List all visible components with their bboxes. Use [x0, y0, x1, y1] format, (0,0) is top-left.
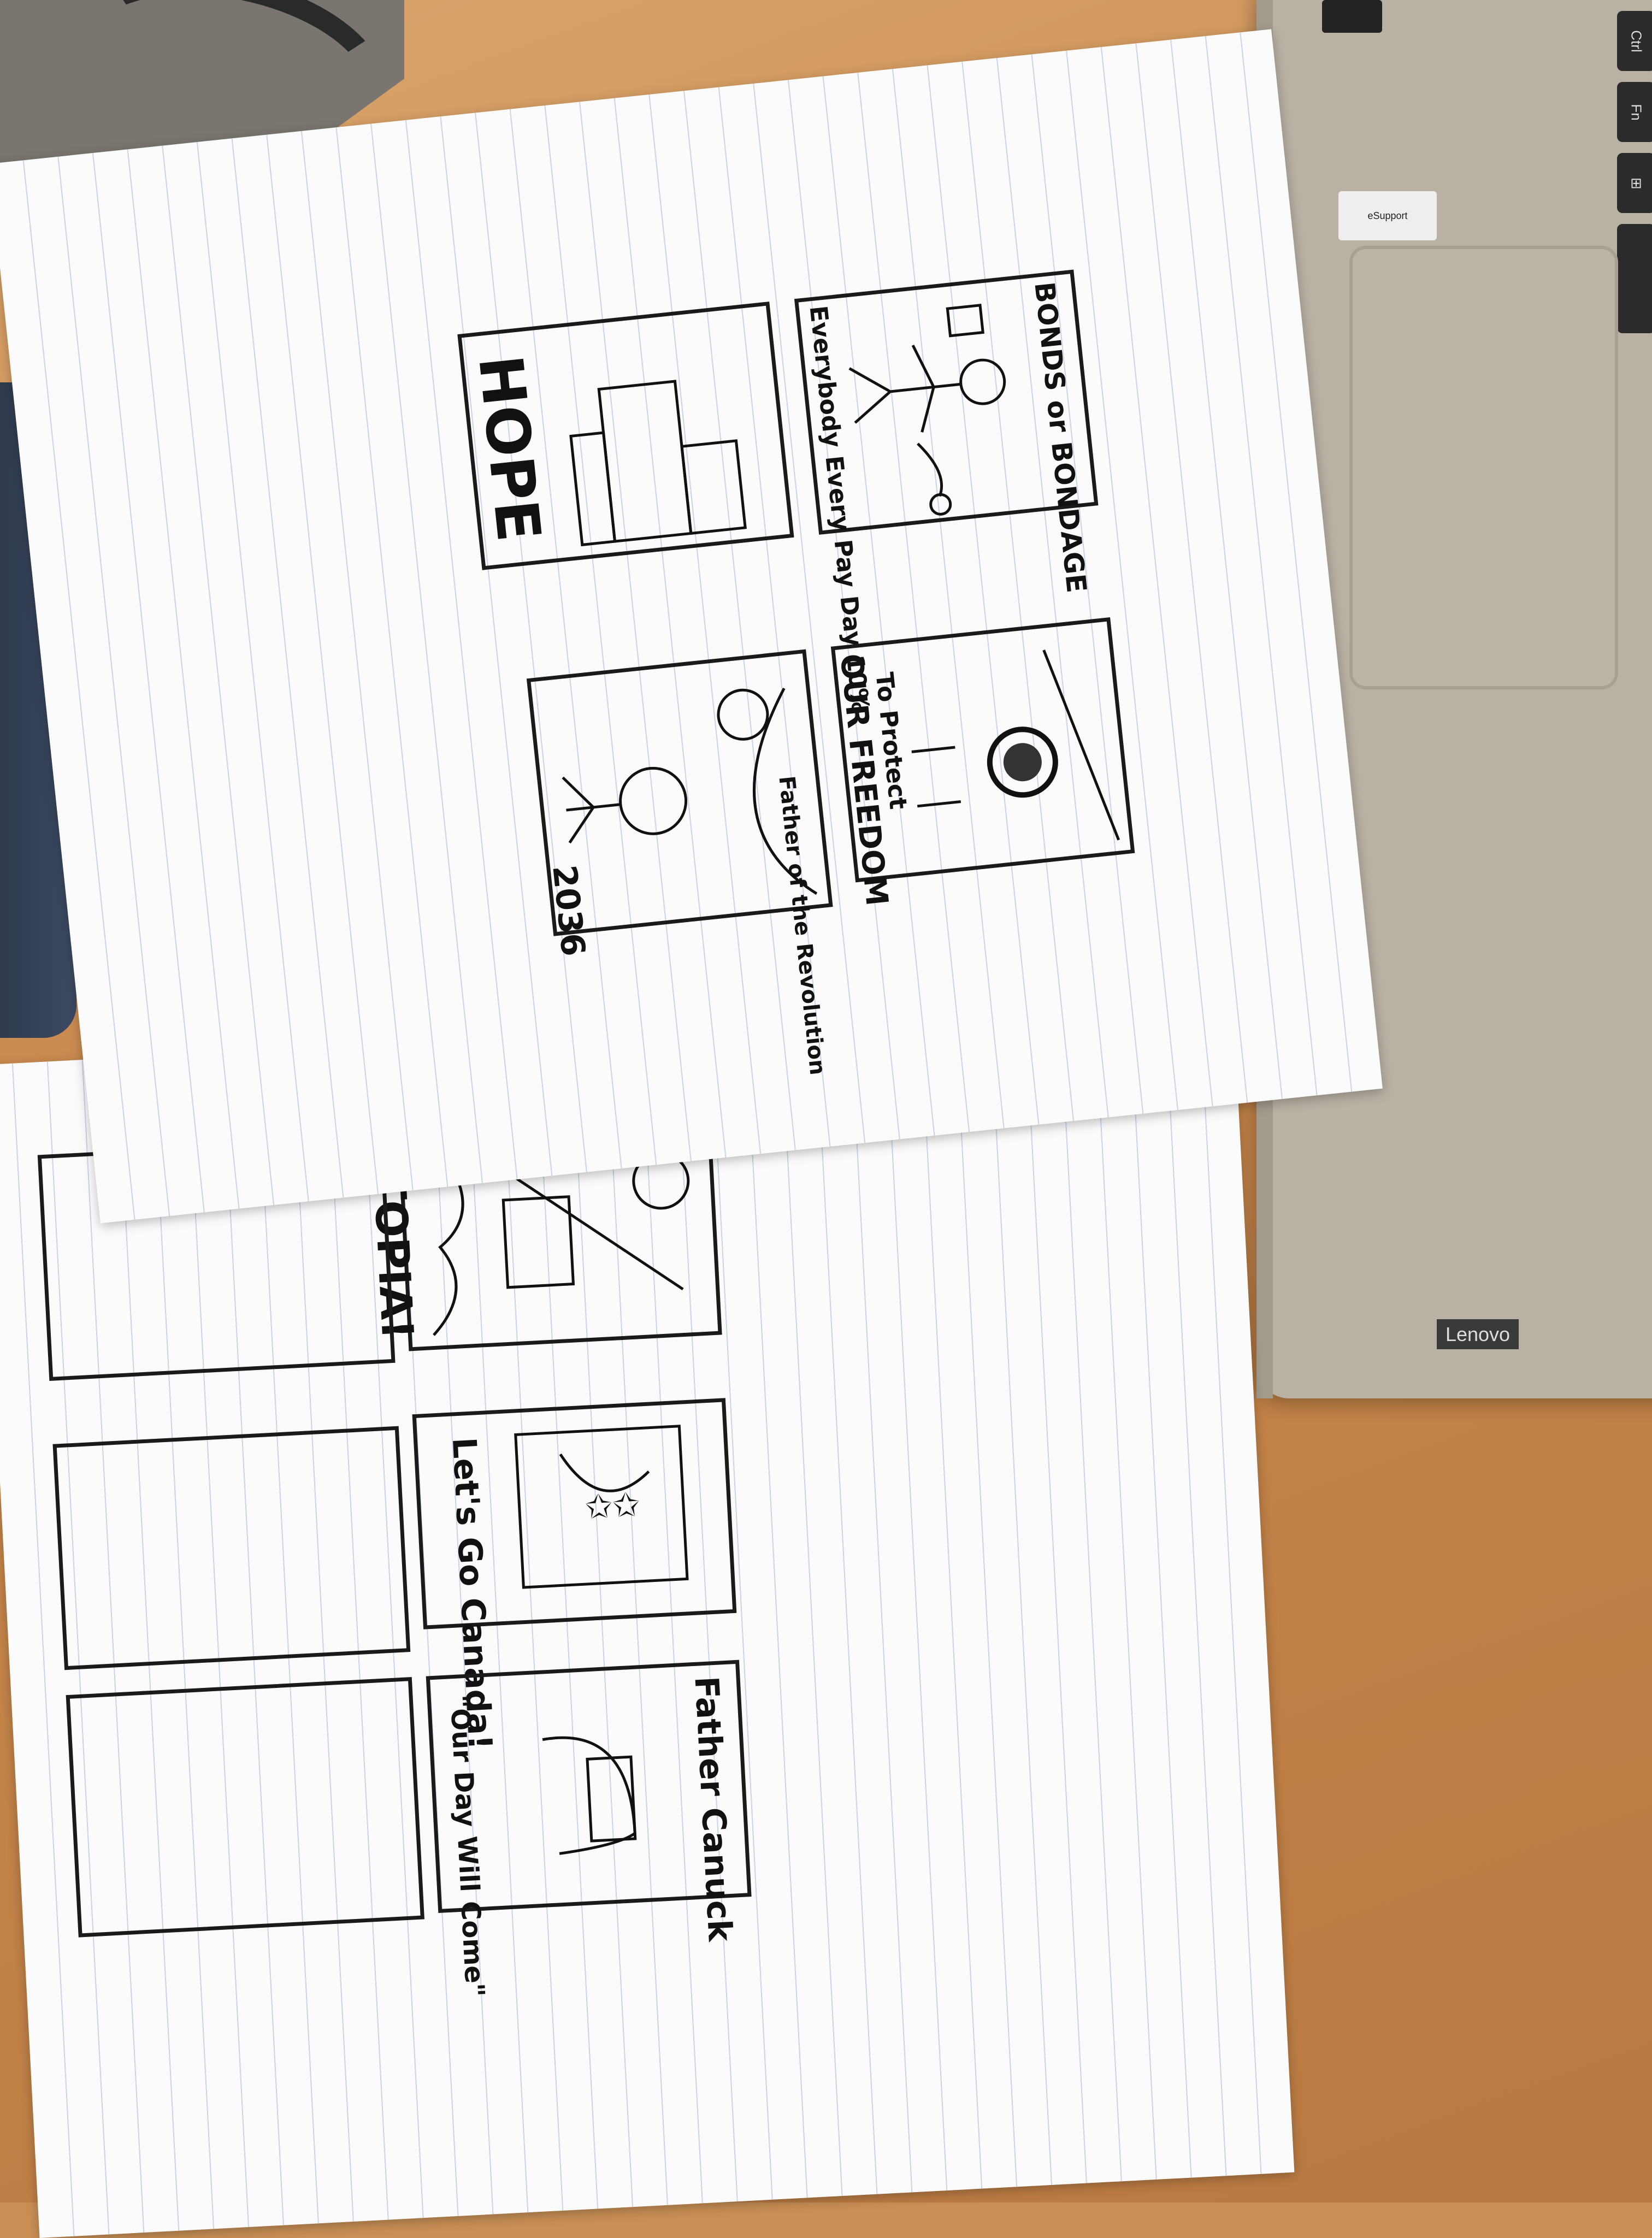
panel-our-freedom: OUR FREEDOM To Protect: [830, 617, 1135, 907]
key-fn-label: Fn: [1628, 103, 1645, 121]
panel-lets-go-canada: ✩✩ Let's Go Canada!: [412, 1398, 737, 1751]
panel-bonds-or-bondage: BONDS or BONDAGE Everybody Every Pay Day…: [794, 269, 1099, 713]
key-fn[interactable]: Fn: [1617, 82, 1652, 142]
windows-icon: ⊞: [1630, 174, 1642, 191]
paper-sheet-one: BONDS or BONDAGE Everybody Every Pay Day…: [0, 29, 1383, 1224]
key-ctrl-label: Ctrl: [1628, 29, 1645, 52]
touchpad[interactable]: [1349, 246, 1618, 689]
lenovo-label: Lenovo: [1445, 1322, 1511, 1345]
lenovo-badge: Lenovo: [1437, 1319, 1519, 1349]
cpu-sticker: [1322, 0, 1382, 33]
empty-panel-2: [52, 1426, 411, 1670]
esupport-label: eSupport: [1367, 210, 1408, 221]
father-revolution-caption: Father of the Revolution: [774, 775, 830, 1077]
key-alt[interactable]: [1617, 224, 1652, 333]
key-windows[interactable]: ⊞: [1617, 153, 1652, 213]
svg-text:✩✩: ✩✩: [584, 1486, 641, 1526]
panel-father-canuck: Father Canuck "Our Day Will Come": [426, 1660, 752, 1998]
esupport-sticker: eSupport: [1338, 191, 1437, 240]
empty-panel-3: [66, 1676, 424, 1938]
key-ctrl[interactable]: Ctrl: [1617, 11, 1652, 71]
panel-father-of-revolution: Father of the Revolution 2036: [526, 649, 833, 1076]
panel-hope: HOPE: [457, 302, 794, 570]
